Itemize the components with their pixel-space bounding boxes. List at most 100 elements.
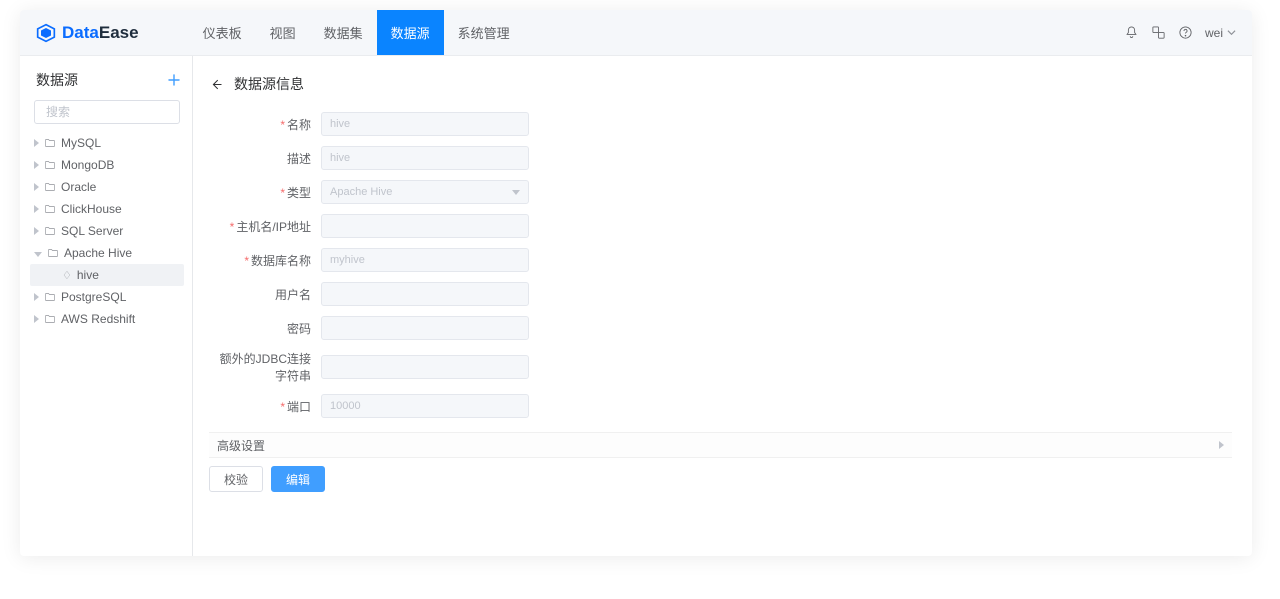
page-title: 数据源信息 xyxy=(234,74,304,94)
field-pass-label: 密码 xyxy=(209,320,321,337)
tree-label: hive xyxy=(77,268,99,282)
language-icon[interactable] xyxy=(1151,25,1166,40)
top-nav: 仪表板 视图 数据集 数据源 系统管理 xyxy=(189,10,524,55)
folder-icon xyxy=(44,313,56,325)
add-datasource-icon[interactable] xyxy=(168,74,180,86)
field-type-label: *类型 xyxy=(209,184,321,201)
tree-item-sqlserver[interactable]: SQL Server xyxy=(30,220,184,242)
topbar: DataEase 仪表板 视图 数据集 数据源 系统管理 wei xyxy=(20,10,1252,56)
field-port-input[interactable]: 10000 xyxy=(321,394,529,418)
nav-item-datasource[interactable]: 数据源 xyxy=(377,10,444,55)
app-shell: DataEase 仪表板 视图 数据集 数据源 系统管理 wei 数据源 xyxy=(20,10,1252,556)
tree-item-mongodb[interactable]: MongoDB xyxy=(30,154,184,176)
sidebar-header: 数据源 xyxy=(30,70,184,100)
main-content: 数据源信息 *名称 hive 描述 hive *类型 Apache Hive *… xyxy=(193,56,1252,556)
tree-item-redshift[interactable]: AWS Redshift xyxy=(30,308,184,330)
advanced-label: 高级设置 xyxy=(217,437,265,454)
logo-text-1: Data xyxy=(62,23,99,43)
tree-label: Apache Hive xyxy=(64,246,132,260)
main-header: 数据源信息 xyxy=(209,74,1232,94)
tree-item-oracle[interactable]: Oracle xyxy=(30,176,184,198)
field-host-row: *主机名/IP地址 xyxy=(209,214,529,238)
datasource-form: *名称 hive 描述 hive *类型 Apache Hive *主机名/IP… xyxy=(209,112,529,418)
nav-item-dataset[interactable]: 数据集 xyxy=(310,10,377,55)
folder-icon xyxy=(44,203,56,215)
field-type-select[interactable]: Apache Hive xyxy=(321,180,529,204)
tree-item-apachehive[interactable]: Apache Hive xyxy=(30,242,184,264)
field-jdbc-row: 额外的JDBC连接字符串 xyxy=(209,350,529,384)
field-port-row: *端口 10000 xyxy=(209,394,529,418)
sidebar-search[interactable] xyxy=(34,100,180,124)
field-user-input[interactable] xyxy=(321,282,529,306)
chevron-right-icon xyxy=(1219,441,1224,449)
caret-icon xyxy=(34,205,39,213)
back-icon[interactable] xyxy=(209,77,224,92)
tree-label: MongoDB xyxy=(61,158,114,172)
field-user-label: 用户名 xyxy=(209,286,321,303)
search-input[interactable] xyxy=(46,105,201,119)
caret-icon xyxy=(34,139,39,147)
caret-icon xyxy=(34,293,39,301)
folder-icon xyxy=(44,181,56,193)
datasource-tree: MySQL MongoDB Oracle ClickHouse SQL Serv… xyxy=(30,132,184,330)
caret-icon xyxy=(34,315,39,323)
field-desc-row: 描述 hive xyxy=(209,146,529,170)
field-dbname-label: *数据库名称 xyxy=(209,252,321,269)
field-dbname-row: *数据库名称 myhive xyxy=(209,248,529,272)
folder-icon xyxy=(44,291,56,303)
nav-item-dashboard[interactable]: 仪表板 xyxy=(189,10,256,55)
field-name-row: *名称 hive xyxy=(209,112,529,136)
topbar-right: wei xyxy=(1124,25,1236,40)
edit-button[interactable]: 编辑 xyxy=(271,466,325,492)
folder-icon xyxy=(44,159,56,171)
folder-icon xyxy=(44,137,56,149)
field-host-label: *主机名/IP地址 xyxy=(209,218,321,235)
caret-icon xyxy=(34,183,39,191)
field-port-label: *端口 xyxy=(209,398,321,415)
chevron-down-icon xyxy=(1227,28,1236,37)
logo-icon xyxy=(36,23,56,43)
tree-item-hive[interactable]: ♢ hive xyxy=(30,264,184,286)
field-name-input[interactable]: hive xyxy=(321,112,529,136)
caret-icon xyxy=(34,161,39,169)
tree-item-mysql[interactable]: MySQL xyxy=(30,132,184,154)
tree-label: SQL Server xyxy=(61,224,123,238)
field-name-label: *名称 xyxy=(209,116,321,133)
field-jdbc-input[interactable] xyxy=(321,355,529,379)
advanced-settings-toggle[interactable]: 高级设置 xyxy=(209,432,1232,458)
nav-item-system[interactable]: 系统管理 xyxy=(444,10,524,55)
caret-icon xyxy=(34,227,39,235)
validate-button[interactable]: 校验 xyxy=(209,466,263,492)
folder-icon xyxy=(47,247,59,259)
field-dbname-input[interactable]: myhive xyxy=(321,248,529,272)
tree-label: PostgreSQL xyxy=(61,290,126,304)
field-jdbc-label: 额外的JDBC连接字符串 xyxy=(209,350,321,384)
field-type-row: *类型 Apache Hive xyxy=(209,180,529,204)
chevron-down-icon xyxy=(512,190,520,195)
nav-item-view[interactable]: 视图 xyxy=(256,10,310,55)
field-host-input[interactable] xyxy=(321,214,529,238)
help-icon[interactable] xyxy=(1178,25,1193,40)
tree-label: ClickHouse xyxy=(61,202,122,216)
tree-label: MySQL xyxy=(61,136,101,150)
tree-item-clickhouse[interactable]: ClickHouse xyxy=(30,198,184,220)
datasource-icon: ♢ xyxy=(62,269,72,282)
tree-item-postgresql[interactable]: PostgreSQL xyxy=(30,286,184,308)
sidebar-title: 数据源 xyxy=(36,70,78,90)
field-pass-row: 密码 xyxy=(209,316,529,340)
body: 数据源 MySQL MongoDB Oracle ClickHouse SQL … xyxy=(20,56,1252,556)
notification-icon[interactable] xyxy=(1124,25,1139,40)
tree-label: Oracle xyxy=(61,180,96,194)
logo[interactable]: DataEase xyxy=(36,23,139,43)
caret-down-icon xyxy=(34,252,42,257)
field-desc-label: 描述 xyxy=(209,150,321,167)
folder-icon xyxy=(44,225,56,237)
field-desc-input[interactable]: hive xyxy=(321,146,529,170)
sidebar: 数据源 MySQL MongoDB Oracle ClickHouse SQL … xyxy=(20,56,193,556)
form-actions: 校验 编辑 xyxy=(209,466,1232,492)
username: wei xyxy=(1205,26,1223,40)
user-menu[interactable]: wei xyxy=(1205,26,1236,40)
field-user-row: 用户名 xyxy=(209,282,529,306)
field-pass-input[interactable] xyxy=(321,316,529,340)
logo-text-2: Ease xyxy=(99,23,139,43)
